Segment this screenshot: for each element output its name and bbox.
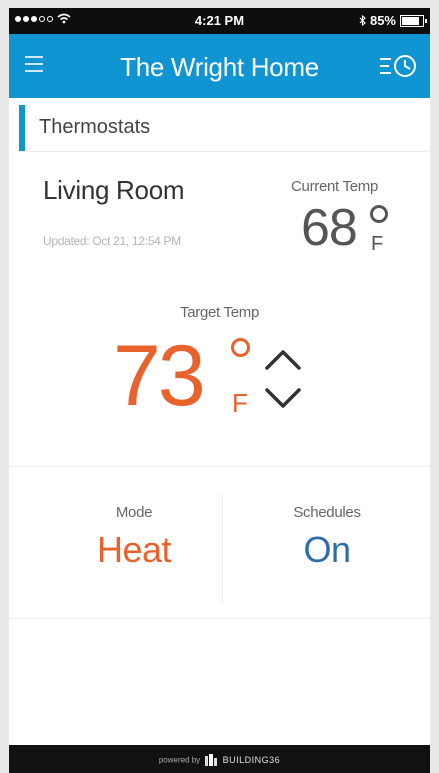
current-temp-unit: F xyxy=(371,233,384,255)
status-right: 85% xyxy=(359,13,427,28)
section-title: Thermostats xyxy=(39,116,151,138)
temp-down-chevron-icon[interactable] xyxy=(261,384,305,414)
battery-icon xyxy=(400,14,427,27)
degree-symbol-icon xyxy=(231,338,250,357)
section-heading: Thermostats xyxy=(19,105,430,152)
footer-powered-by: powered by xyxy=(158,755,201,765)
mode-label: Mode xyxy=(115,504,153,521)
target-temp-label: Target Temp xyxy=(180,304,259,321)
schedules-toggle[interactable]: Schedules On xyxy=(222,494,430,602)
battery-fill xyxy=(402,16,419,25)
schedules-label: Schedules xyxy=(293,504,361,521)
degree-symbol-icon xyxy=(370,205,388,223)
temp-up-chevron-icon[interactable] xyxy=(261,344,305,374)
building-logo-icon xyxy=(205,754,218,766)
status-bar: 4:21 PM 85% xyxy=(9,8,430,34)
divider xyxy=(9,618,430,619)
current-temp-label: Current Temp xyxy=(291,178,378,195)
footer-brand: BUILDING36 xyxy=(222,755,281,765)
bluetooth-icon xyxy=(359,15,366,26)
room-name: Living Room xyxy=(43,175,185,205)
mode-toggle[interactable]: Mode Heat xyxy=(29,494,239,602)
target-temp-unit: F xyxy=(232,388,248,418)
updated-timestamp: Updated: Oct 21, 12:54 PM xyxy=(43,234,181,248)
app-title: The Wright Home xyxy=(120,52,319,82)
app-header: The Wright Home xyxy=(9,34,430,98)
footer-branding: powered by BUILDING36 xyxy=(9,754,430,766)
footer: powered by BUILDING36 xyxy=(9,745,430,773)
target-temp-value: 73 xyxy=(113,328,206,424)
phone-screen: 4:21 PM 85% The Wright Home Thermostats … xyxy=(9,8,430,773)
mode-value: Heat xyxy=(96,529,172,570)
current-temp-value: 68 xyxy=(301,199,358,257)
battery-percent: 85% xyxy=(369,13,396,28)
schedule-clock-icon[interactable] xyxy=(378,52,418,80)
section-accent-bar xyxy=(19,105,25,151)
divider xyxy=(9,466,430,467)
schedules-value: On xyxy=(303,529,351,570)
